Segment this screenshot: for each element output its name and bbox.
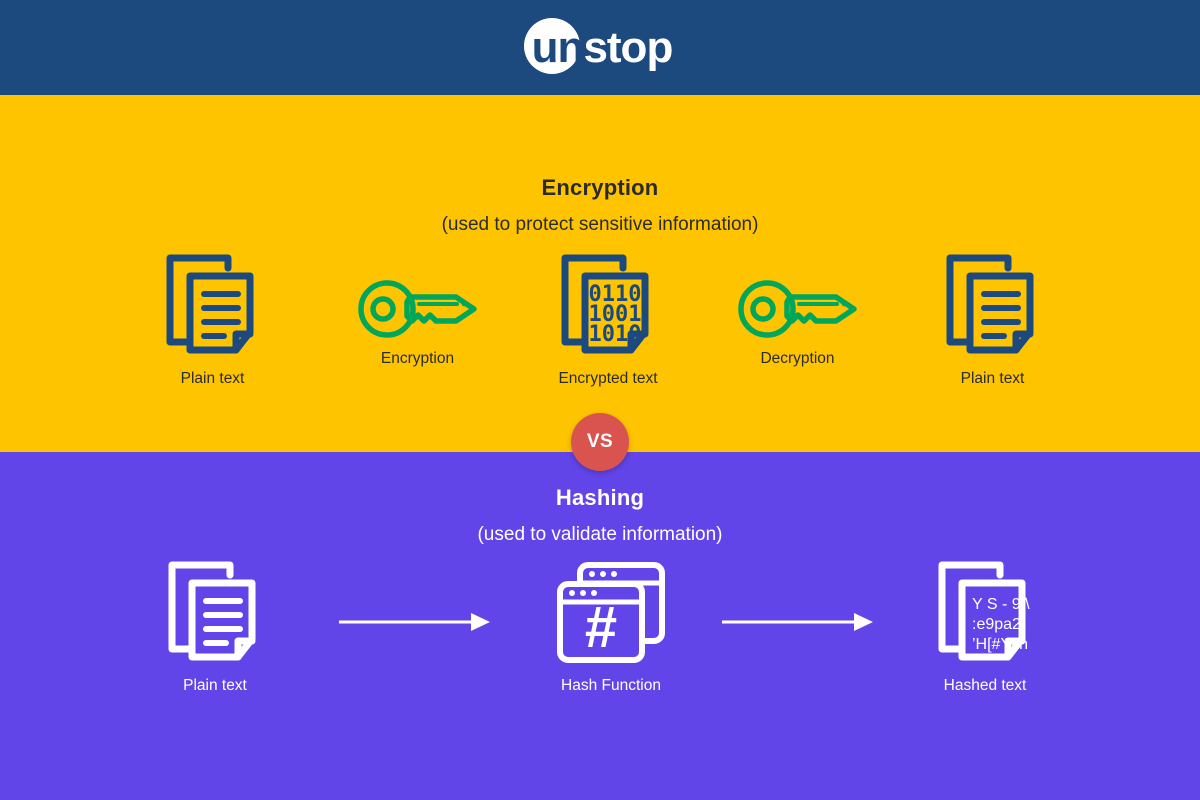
hashing-step-plain-text: Plain text (140, 557, 290, 695)
hashing-step-hash-function: # Hash Function (536, 557, 686, 695)
header-bar: un stop (0, 0, 1200, 95)
arrow-right-icon (720, 610, 875, 634)
hashing-step-hashed-text: Y S - 9 \ :e9pa2] ’H[#Ykh Hashed text (910, 557, 1060, 695)
encryption-subtitle: (used to protect sensitive information) (441, 214, 759, 235)
step-label: Decryption (760, 350, 835, 367)
arrow-right-icon (337, 610, 492, 634)
step-label: Hash Function (561, 677, 661, 694)
hashed-document-icon: Y S - 9 \ :e9pa2] ’H[#Ykh (930, 557, 1040, 667)
logo-text-stop: stop (583, 22, 673, 72)
step-label: Encryption (380, 350, 455, 367)
encryption-step-encrypted-text: 0110 1001 1010 Encrypted text (533, 250, 683, 388)
hash-symbol: # (585, 595, 617, 660)
encrypted-document-icon: 0110 1001 1010 (553, 250, 663, 360)
key-icon (736, 278, 860, 340)
hash-line-1: Y S - 9 \ (972, 596, 1030, 613)
document-icon (158, 250, 268, 360)
step-label: Encrypted text (558, 370, 658, 387)
encryption-step-decryption-key: Decryption (720, 278, 875, 368)
hash-line-2: :e9pa2] (972, 616, 1025, 633)
encryption-step-plain-text-2: Plain text (915, 250, 1070, 388)
unstop-logo: un stop (523, 17, 673, 76)
document-icon (160, 557, 270, 667)
encryption-step-encryption-key: Encryption (340, 278, 495, 368)
infographic-page: un stop Encryption (used to protect sens… (0, 0, 1200, 800)
cipher-line-3: 1010 (589, 322, 642, 347)
logo-text-un: un (531, 22, 585, 72)
vs-badge: VS (571, 413, 629, 471)
step-label: Plain text (183, 677, 247, 694)
encryption-step-plain-text-1: Plain text (135, 250, 290, 388)
encryption-title: Encryption (541, 175, 659, 200)
step-label: Plain text (960, 370, 1025, 387)
hashing-title: Hashing (555, 485, 645, 510)
step-label: Hashed text (943, 677, 1027, 694)
key-icon (356, 278, 480, 340)
hash-line-3: ’H[#Ykh (972, 636, 1028, 653)
hash-window-icon: # (552, 557, 670, 667)
hashing-subtitle: (used to validate information) (477, 524, 723, 545)
document-icon (938, 250, 1048, 360)
step-label: Plain text (180, 370, 245, 387)
